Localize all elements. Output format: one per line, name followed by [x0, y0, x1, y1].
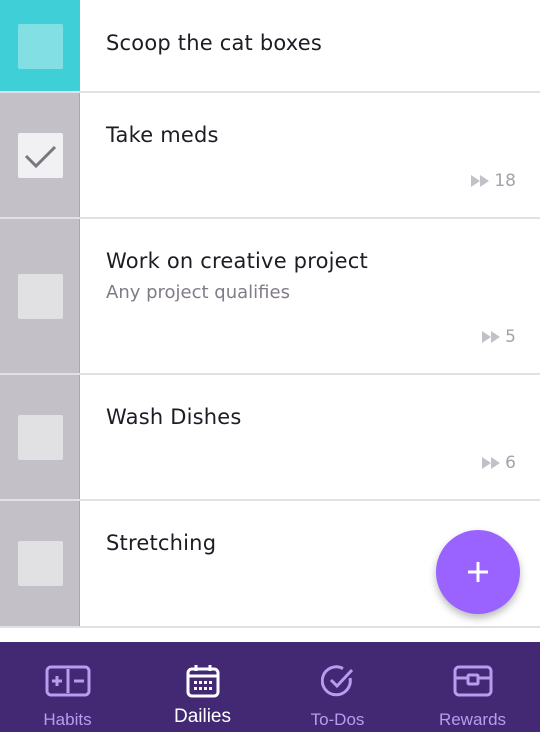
task-checkbox[interactable] [18, 541, 63, 586]
task-row[interactable]: Take meds 18 [0, 93, 540, 219]
task-row[interactable]: Scoop the cat boxes [0, 0, 540, 93]
nav-label: Habits [43, 710, 92, 729]
task-title: Work on creative project [106, 249, 368, 273]
task-checkbox-checked[interactable] [18, 133, 63, 178]
streak-count: 6 [505, 453, 516, 473]
nav-label: Rewards [438, 710, 507, 729]
streak-counter: 6 [482, 453, 516, 473]
task-checkbox-column [0, 93, 80, 217]
nav-dailies[interactable]: Dailies [135, 642, 270, 732]
task-checkbox[interactable] [18, 274, 63, 319]
task-checkbox-column [0, 219, 80, 373]
task-checkbox-column [0, 501, 80, 626]
streak-count: 5 [505, 327, 516, 347]
task-checkbox-column [0, 375, 80, 499]
streak-counter: 5 [482, 327, 516, 347]
task-notes: Any project qualifies [106, 282, 290, 303]
bottom-navigation: Habits Dailies To-Dos Rewards [0, 642, 540, 732]
task-row[interactable]: Work on creative project Any project qua… [0, 219, 540, 375]
fast-forward-icon [482, 331, 501, 343]
nav-habits[interactable]: Habits [0, 642, 135, 732]
nav-todos[interactable]: To-Dos [270, 642, 405, 732]
task-title: Scoop the cat boxes [106, 31, 323, 55]
nav-label: Dailies [173, 706, 232, 727]
task-checkbox-column [0, 0, 80, 91]
task-checkbox[interactable] [18, 24, 63, 69]
streak-count: 18 [494, 171, 516, 191]
plus-icon [468, 562, 488, 582]
nav-label: To-Dos [310, 710, 365, 729]
task-title: Stretching [106, 531, 217, 555]
check-circle-icon [320, 665, 353, 697]
task-row[interactable]: Wash Dishes 6 [0, 375, 540, 501]
fast-forward-icon [471, 175, 490, 187]
checkmark-icon [24, 145, 57, 169]
fast-forward-icon [482, 457, 501, 469]
calendar-icon [186, 665, 219, 698]
streak-counter: 18 [471, 171, 516, 191]
habits-icon [45, 665, 90, 697]
treasure-chest-icon [453, 665, 492, 697]
nav-rewards[interactable]: Rewards [405, 642, 540, 732]
task-checkbox[interactable] [18, 415, 63, 460]
task-title: Wash Dishes [106, 405, 242, 429]
task-title: Take meds [106, 123, 219, 147]
add-task-button[interactable] [436, 530, 520, 614]
